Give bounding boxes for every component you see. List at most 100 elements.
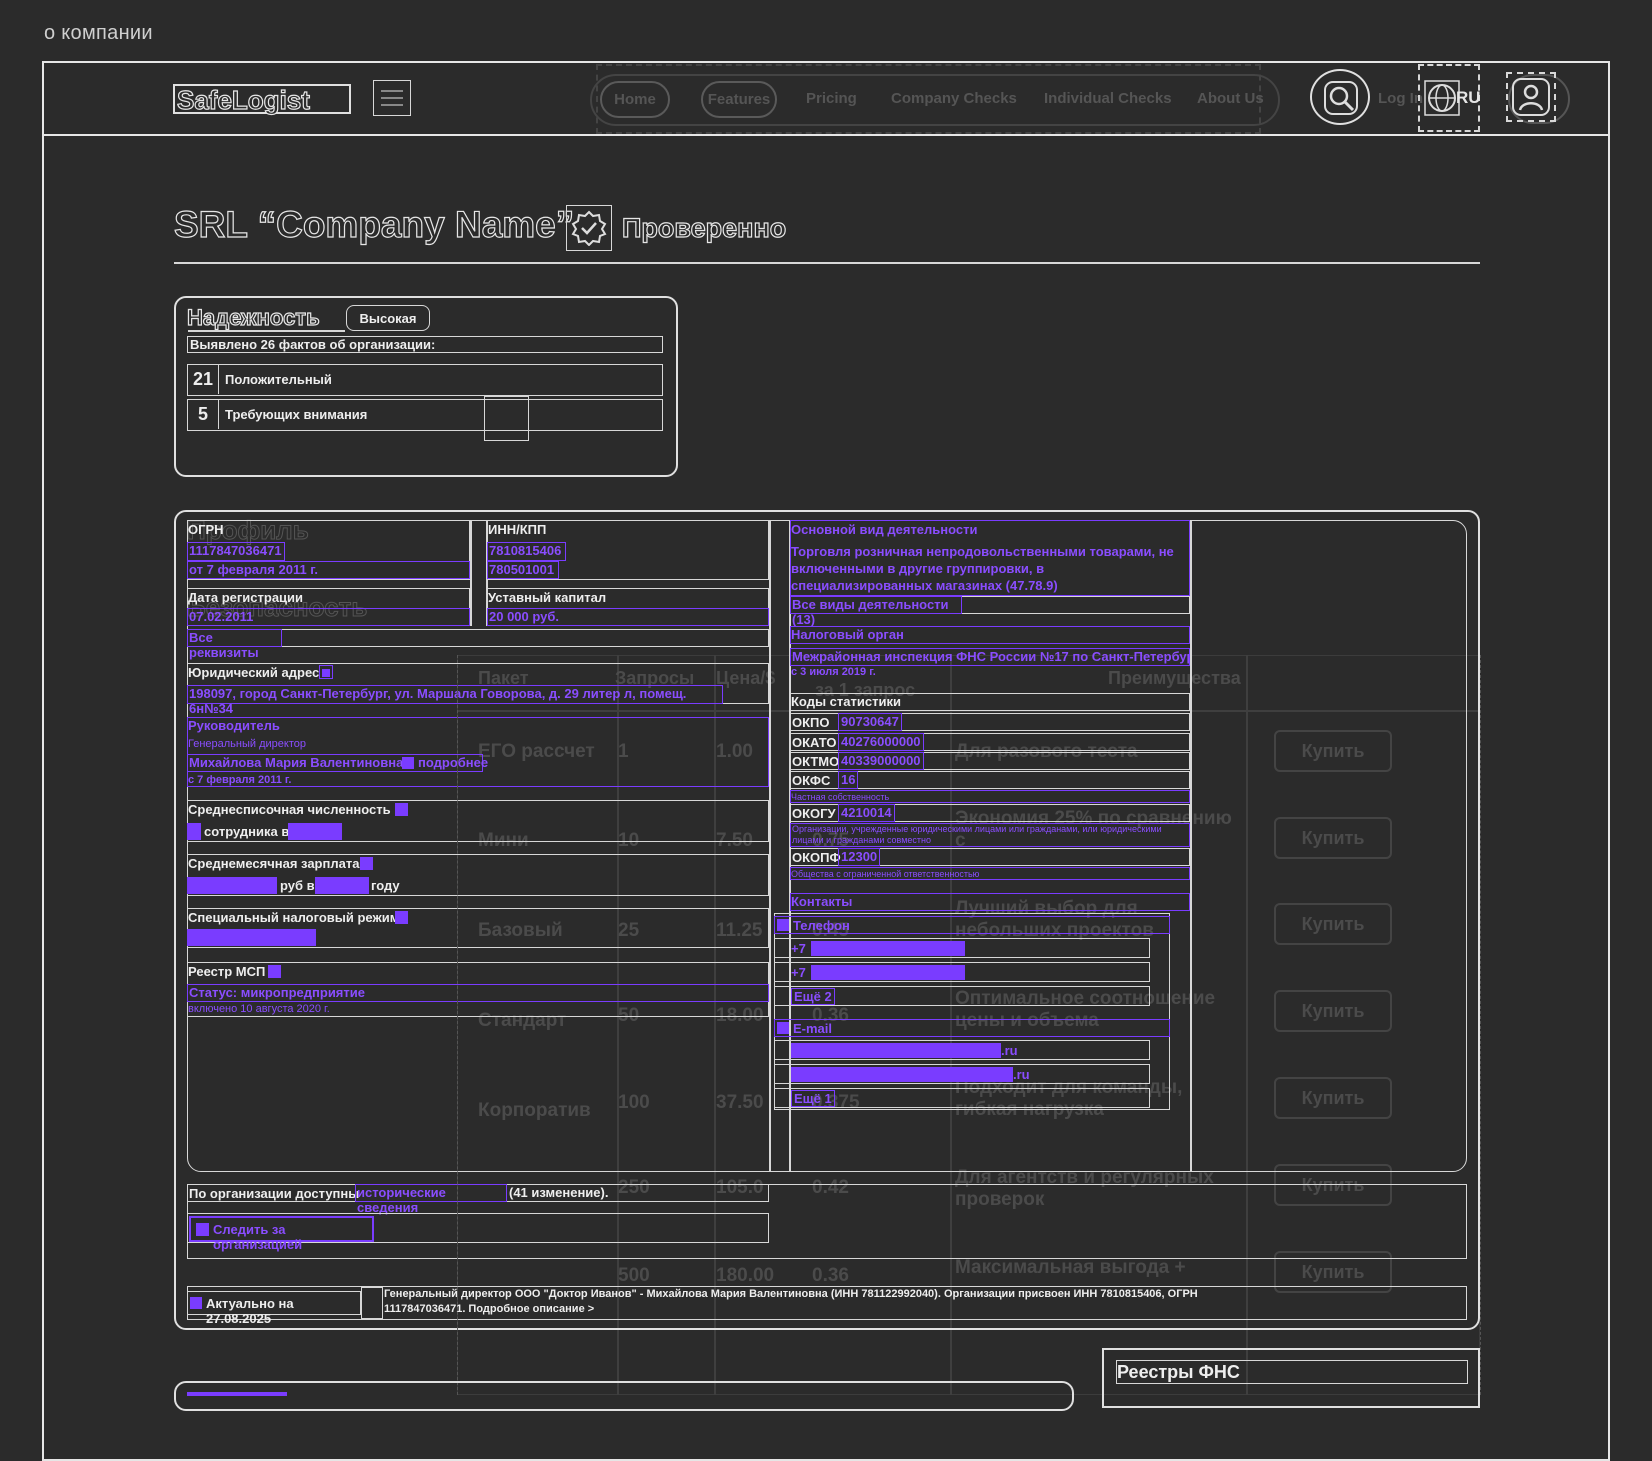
all-requisites-link[interactable]: Все реквизиты bbox=[187, 629, 282, 660]
profile-button[interactable] bbox=[1506, 72, 1556, 122]
nav-features[interactable]: Features bbox=[701, 81, 777, 118]
address-value[interactable]: 198097, город Санкт-Петербург, ул. Марша… bbox=[187, 685, 723, 716]
fns-title-box: Реестры ФНС bbox=[1116, 1360, 1468, 1384]
ogrn-label: ОГРН bbox=[188, 522, 224, 537]
globe-icon bbox=[1424, 80, 1460, 116]
nav-company-checks[interactable]: Company Checks bbox=[891, 90, 1017, 107]
okogu-note: Организации, учрежденные юридическими ли… bbox=[790, 823, 1190, 847]
code-row-okopf: ОКОПФ 12300 bbox=[790, 848, 1190, 866]
user-icon bbox=[1512, 78, 1550, 116]
attention-count: 5 bbox=[197, 404, 208, 424]
activity-value: Торговля розничная непродовольственными … bbox=[791, 544, 1174, 593]
guide-line bbox=[457, 655, 458, 1395]
msp-status: Статус: микропредприятие bbox=[187, 984, 769, 1002]
col-divider-inner bbox=[470, 520, 472, 626]
headcount-year-redacted bbox=[288, 823, 342, 840]
reg-date-label: Дата регистрации bbox=[188, 590, 304, 605]
head-name[interactable]: Михайлова Мария Валентиновна подробнее bbox=[187, 754, 488, 772]
summary-gap bbox=[361, 1287, 383, 1319]
collapse-icon[interactable] bbox=[777, 919, 789, 931]
salary-redacted bbox=[187, 877, 277, 894]
head-more-link[interactable]: подробнее bbox=[418, 755, 488, 770]
bottom-tab-indicator bbox=[187, 1392, 287, 1396]
logo: SafeLogist bbox=[176, 85, 310, 115]
salary-info-icon[interactable] bbox=[360, 857, 373, 870]
head-role: Генеральный директор bbox=[188, 738, 306, 750]
header-divider bbox=[42, 134, 1610, 136]
headcount-label: Среднесписочная численность bbox=[188, 802, 391, 817]
facts-text: Выявлено 26 фактов об организации: bbox=[190, 337, 436, 352]
verified-badge bbox=[566, 205, 612, 251]
more-emails-row: Ещё 1 bbox=[774, 1088, 1150, 1108]
kpp-value[interactable]: 780501001 bbox=[487, 561, 559, 579]
page-caption: о компании bbox=[44, 22, 153, 44]
reg-date-value: 07.02.2011 bbox=[187, 608, 470, 626]
contacts-label: Контакты bbox=[791, 894, 853, 909]
code-row-okfs: ОКФС 16 bbox=[790, 771, 1190, 789]
address-label: Юридический адрес bbox=[188, 665, 320, 680]
reliability-badge: Высокая bbox=[346, 305, 430, 331]
collapse-icon[interactable] bbox=[777, 1022, 789, 1034]
capital-value: 20 000 руб. bbox=[487, 608, 769, 626]
link-icon bbox=[402, 757, 414, 769]
guide-line bbox=[1480, 655, 1481, 1395]
tax-info-icon[interactable] bbox=[395, 911, 408, 924]
positive-label: Положительный bbox=[225, 372, 332, 387]
col-divider-left bbox=[769, 520, 771, 1172]
lang-switcher[interactable]: RU bbox=[1418, 64, 1481, 132]
salary-end: году bbox=[371, 878, 400, 893]
history-post: (41 изменение). bbox=[509, 1185, 609, 1200]
headcount-info-icon[interactable] bbox=[395, 803, 408, 816]
activity-label: Основной вид деятельности bbox=[791, 522, 978, 537]
more-phones-link[interactable]: Ещё 2 bbox=[791, 988, 835, 1005]
tax-regime-redacted bbox=[187, 929, 316, 946]
nav-about-us[interactable]: About Us bbox=[1197, 90, 1264, 107]
facts-row: Выявлено 26 фактов об организации: bbox=[187, 336, 663, 353]
follow-button[interactable]: Следить за организацией bbox=[189, 1216, 374, 1252]
fns-title: Реестры ФНС bbox=[1117, 1362, 1240, 1382]
phone-row[interactable]: +7 bbox=[774, 938, 1150, 958]
inn-value[interactable]: 7810815406 bbox=[487, 542, 566, 561]
search-button[interactable] bbox=[1310, 69, 1370, 125]
salary-year-redacted bbox=[315, 877, 369, 894]
code-row-okogu: ОКОГУ 4210014 bbox=[790, 804, 1190, 822]
menu-button[interactable] bbox=[373, 80, 411, 116]
code-row-okpo: ОКПО 90730647 bbox=[790, 713, 1190, 731]
ogrn-value[interactable]: 1117847036471 bbox=[187, 542, 285, 561]
salary-label: Среднемесячная зарплата bbox=[188, 856, 360, 871]
msp-date: включено 10 августа 2020 г. bbox=[188, 1003, 330, 1015]
email-row[interactable]: .ru bbox=[774, 1040, 1150, 1060]
phone-header: Телефон bbox=[774, 916, 1170, 934]
nav-pricing[interactable]: Pricing bbox=[806, 90, 857, 107]
tax-org-value[interactable]: Межрайонная инспекция ФНС России №17 по … bbox=[790, 648, 1190, 666]
hamburger-icon bbox=[381, 89, 403, 107]
email-redacted bbox=[791, 1067, 1013, 1082]
more-emails-link[interactable]: Ещё 1 bbox=[791, 1090, 835, 1107]
all-activities-link[interactable]: Все виды деятельности (13) bbox=[790, 596, 962, 627]
verified-check-icon bbox=[571, 210, 607, 246]
address-info-icon[interactable] bbox=[319, 665, 333, 679]
company-title: SRL “Company Name” bbox=[173, 203, 575, 245]
msp-info-icon[interactable] bbox=[268, 965, 281, 978]
lang-label: RU bbox=[1456, 88, 1481, 107]
email-row[interactable]: .ru bbox=[774, 1064, 1150, 1084]
nav-home[interactable]: Home bbox=[600, 81, 670, 118]
history-link[interactable]: исторические сведения bbox=[355, 1184, 507, 1215]
tax-org-date: с 3 июля 2019 г. bbox=[791, 666, 876, 678]
verified-label: Проверенно bbox=[621, 212, 787, 243]
search-icon bbox=[1324, 81, 1358, 115]
email-header: E-mail bbox=[774, 1019, 1170, 1037]
phone-redacted bbox=[811, 941, 965, 956]
login-link[interactable]: Log In bbox=[1378, 90, 1423, 107]
okopf-note: Общества с ограниченной ответственностью bbox=[790, 867, 1190, 880]
phone-row[interactable]: +7 bbox=[774, 962, 1150, 982]
code-row-okato: ОКАТО 40276000000 bbox=[790, 733, 1190, 751]
email-redacted bbox=[791, 1043, 1001, 1058]
tax-regime-label: Специальный налоговый режим bbox=[188, 910, 400, 925]
reliability-title: Надежность bbox=[186, 304, 320, 330]
summary-text: Генеральный директор ООО "Доктор Иванов"… bbox=[384, 1288, 1198, 1315]
actual-date: Актуально на 27.08.2025 bbox=[206, 1296, 294, 1326]
attention-row: 5 Требующих внимания bbox=[187, 399, 663, 431]
logo-box[interactable]: SafeLogist bbox=[173, 84, 351, 115]
nav-individual-checks[interactable]: Individual Checks bbox=[1044, 90, 1172, 107]
